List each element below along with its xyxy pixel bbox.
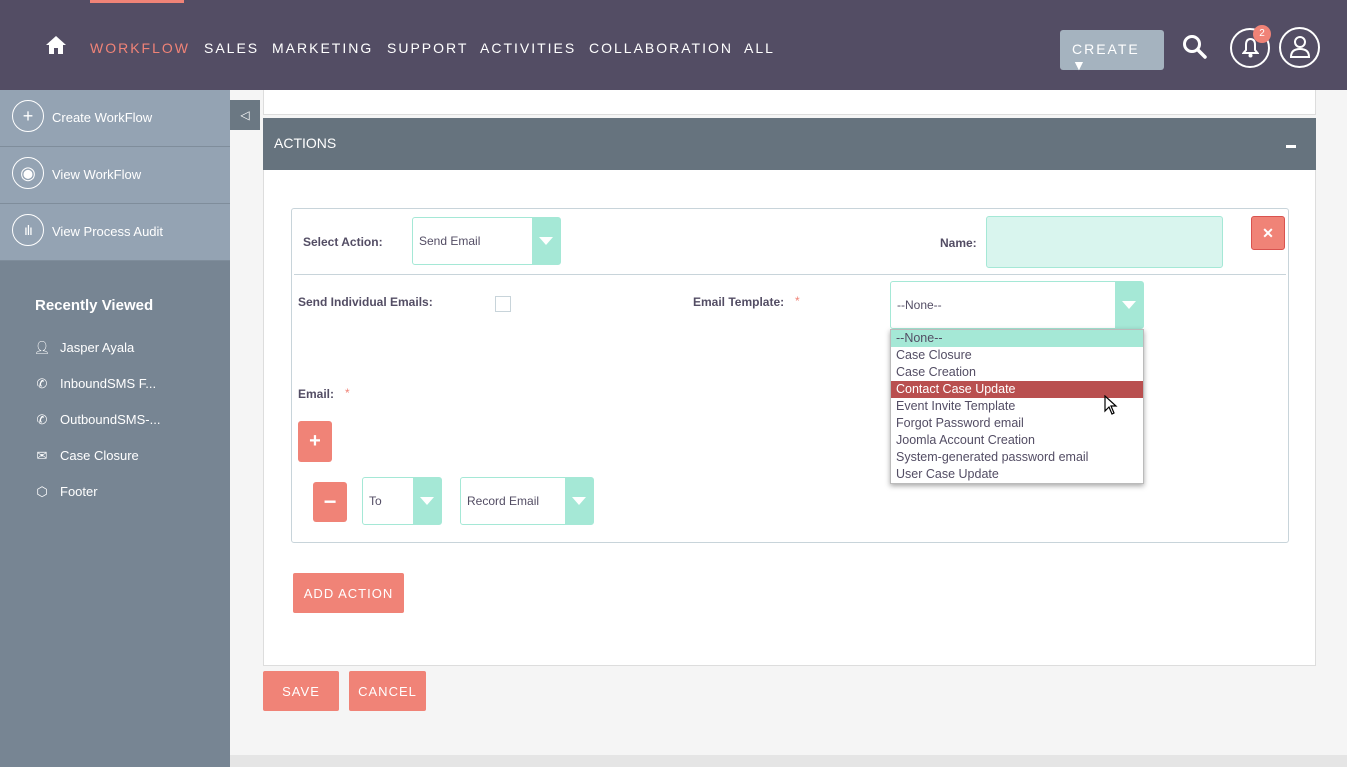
nav-activities[interactable]: ACTIVITIES: [480, 40, 576, 56]
selected-value: Record Email: [467, 494, 540, 508]
create-label: CREATE: [1072, 41, 1140, 57]
chevron-down-icon: [532, 218, 560, 264]
email-to-dropdown[interactable]: To: [362, 477, 442, 525]
email-template-icon: ✉: [36, 448, 48, 463]
nav-workflow[interactable]: WORKFLOW: [90, 40, 190, 56]
template-option[interactable]: Joomla Account Creation: [891, 432, 1143, 449]
email-type-dropdown[interactable]: Record Email: [460, 477, 594, 525]
recently-viewed-title: Recently Viewed: [35, 297, 154, 314]
user-menu-button[interactable]: [1279, 27, 1320, 68]
home-icon[interactable]: [46, 36, 66, 54]
sidebar-item-label: View WorkFlow: [52, 167, 142, 182]
plus-icon: +: [309, 430, 321, 452]
selected-value: To: [369, 494, 382, 508]
add-action-button[interactable]: ADD ACTION: [293, 573, 404, 613]
active-tab-indicator: [90, 0, 184, 3]
nav-all[interactable]: ALL: [744, 40, 775, 56]
phone-icon: ✆: [36, 412, 48, 427]
nav-sales[interactable]: SALES: [204, 40, 259, 56]
template-option[interactable]: Case Creation: [891, 364, 1143, 381]
recent-item-label: Case Closure: [60, 448, 139, 463]
close-icon: ✕: [1262, 224, 1274, 241]
search-icon[interactable]: [1182, 34, 1208, 60]
template-option[interactable]: --None--: [891, 330, 1143, 347]
recent-item-label: Jasper Ayala: [60, 340, 135, 355]
minus-icon: −: [323, 489, 337, 514]
sidebar-view-workflow[interactable]: ◉ View WorkFlow: [0, 147, 230, 204]
cube-icon: ⬡: [36, 484, 48, 499]
select-action-dropdown[interactable]: Send Email: [412, 217, 561, 265]
recent-item-label: Footer: [60, 484, 98, 499]
sidebar-item-label: Create WorkFlow: [52, 110, 153, 125]
caret-down-icon: ▼: [1072, 57, 1088, 73]
template-option[interactable]: User Case Update: [891, 466, 1143, 483]
email-label: Email:: [298, 387, 335, 401]
nav-support[interactable]: SUPPORT: [387, 40, 468, 56]
phone-icon: ✆: [36, 376, 48, 391]
collapse-sidebar-button[interactable]: ◁: [230, 100, 260, 130]
name-label: Name:: [940, 236, 977, 250]
audit-icon: ılı: [12, 214, 44, 246]
chevron-down-icon: [565, 478, 593, 524]
send-individual-emails-label: Send Individual Emails:: [298, 295, 433, 309]
panel-title: ACTIONS: [274, 135, 337, 151]
actions-panel-header[interactable]: ACTIONS: [263, 118, 1316, 170]
sidebar-view-process-audit[interactable]: ılı View Process Audit: [0, 204, 230, 261]
template-option[interactable]: System-generated password email: [891, 449, 1143, 466]
collapse-icon[interactable]: [1286, 145, 1296, 148]
user-icon: [1290, 36, 1310, 58]
recent-item-label: OutboundSMS-...: [60, 412, 161, 427]
plus-icon: +: [12, 100, 44, 132]
nav-marketing[interactable]: MARKETING: [272, 40, 373, 56]
sidebar-item-label: View Process Audit: [52, 224, 164, 239]
sidebar: + Create WorkFlow ◉ View WorkFlow ılı View …: [0, 90, 230, 767]
sidebar-create-workflow[interactable]: + Create WorkFlow: [0, 90, 230, 147]
name-input[interactable]: [986, 216, 1223, 268]
add-email-button[interactable]: +: [298, 421, 332, 462]
recent-item-label: InboundSMS F...: [60, 376, 157, 391]
email-template-dropdown[interactable]: --None--: [890, 281, 1144, 329]
template-option[interactable]: Case Closure: [891, 347, 1143, 364]
template-option[interactable]: Forgot Password email: [891, 415, 1143, 432]
page-footer: [230, 755, 1347, 767]
remove-action-button[interactable]: ✕: [1251, 216, 1285, 250]
save-button[interactable]: SAVE: [263, 671, 339, 711]
required-mark: *: [795, 294, 800, 308]
divider: [294, 274, 1286, 275]
required-mark: *: [345, 386, 350, 400]
select-action-label: Select Action:: [303, 235, 383, 249]
send-individual-checkbox[interactable]: [495, 296, 511, 312]
email-template-label: Email Template:: [693, 295, 785, 309]
user-icon: 👤︎: [33, 340, 51, 355]
remove-email-button[interactable]: −: [313, 482, 347, 522]
selected-value: Send Email: [419, 234, 481, 248]
mouse-cursor-icon: [1104, 395, 1118, 415]
chevron-down-icon: [413, 478, 441, 524]
create-button[interactable]: CREATE ▼: [1060, 30, 1164, 73]
previous-panel: [263, 90, 1316, 115]
nav-collaboration[interactable]: COLLABORATION: [589, 40, 733, 56]
chevron-left-icon: ◁: [240, 108, 250, 122]
cancel-button[interactable]: CANCEL: [349, 671, 426, 711]
eye-icon: ◉: [12, 157, 44, 189]
chevron-down-icon: [1115, 282, 1143, 328]
top-navbar: WORKFLOW SALES MARKETING SUPPORT ACTIVIT…: [0, 0, 1347, 90]
selected-value: --None--: [897, 298, 942, 312]
notification-badge: 2: [1253, 25, 1271, 43]
